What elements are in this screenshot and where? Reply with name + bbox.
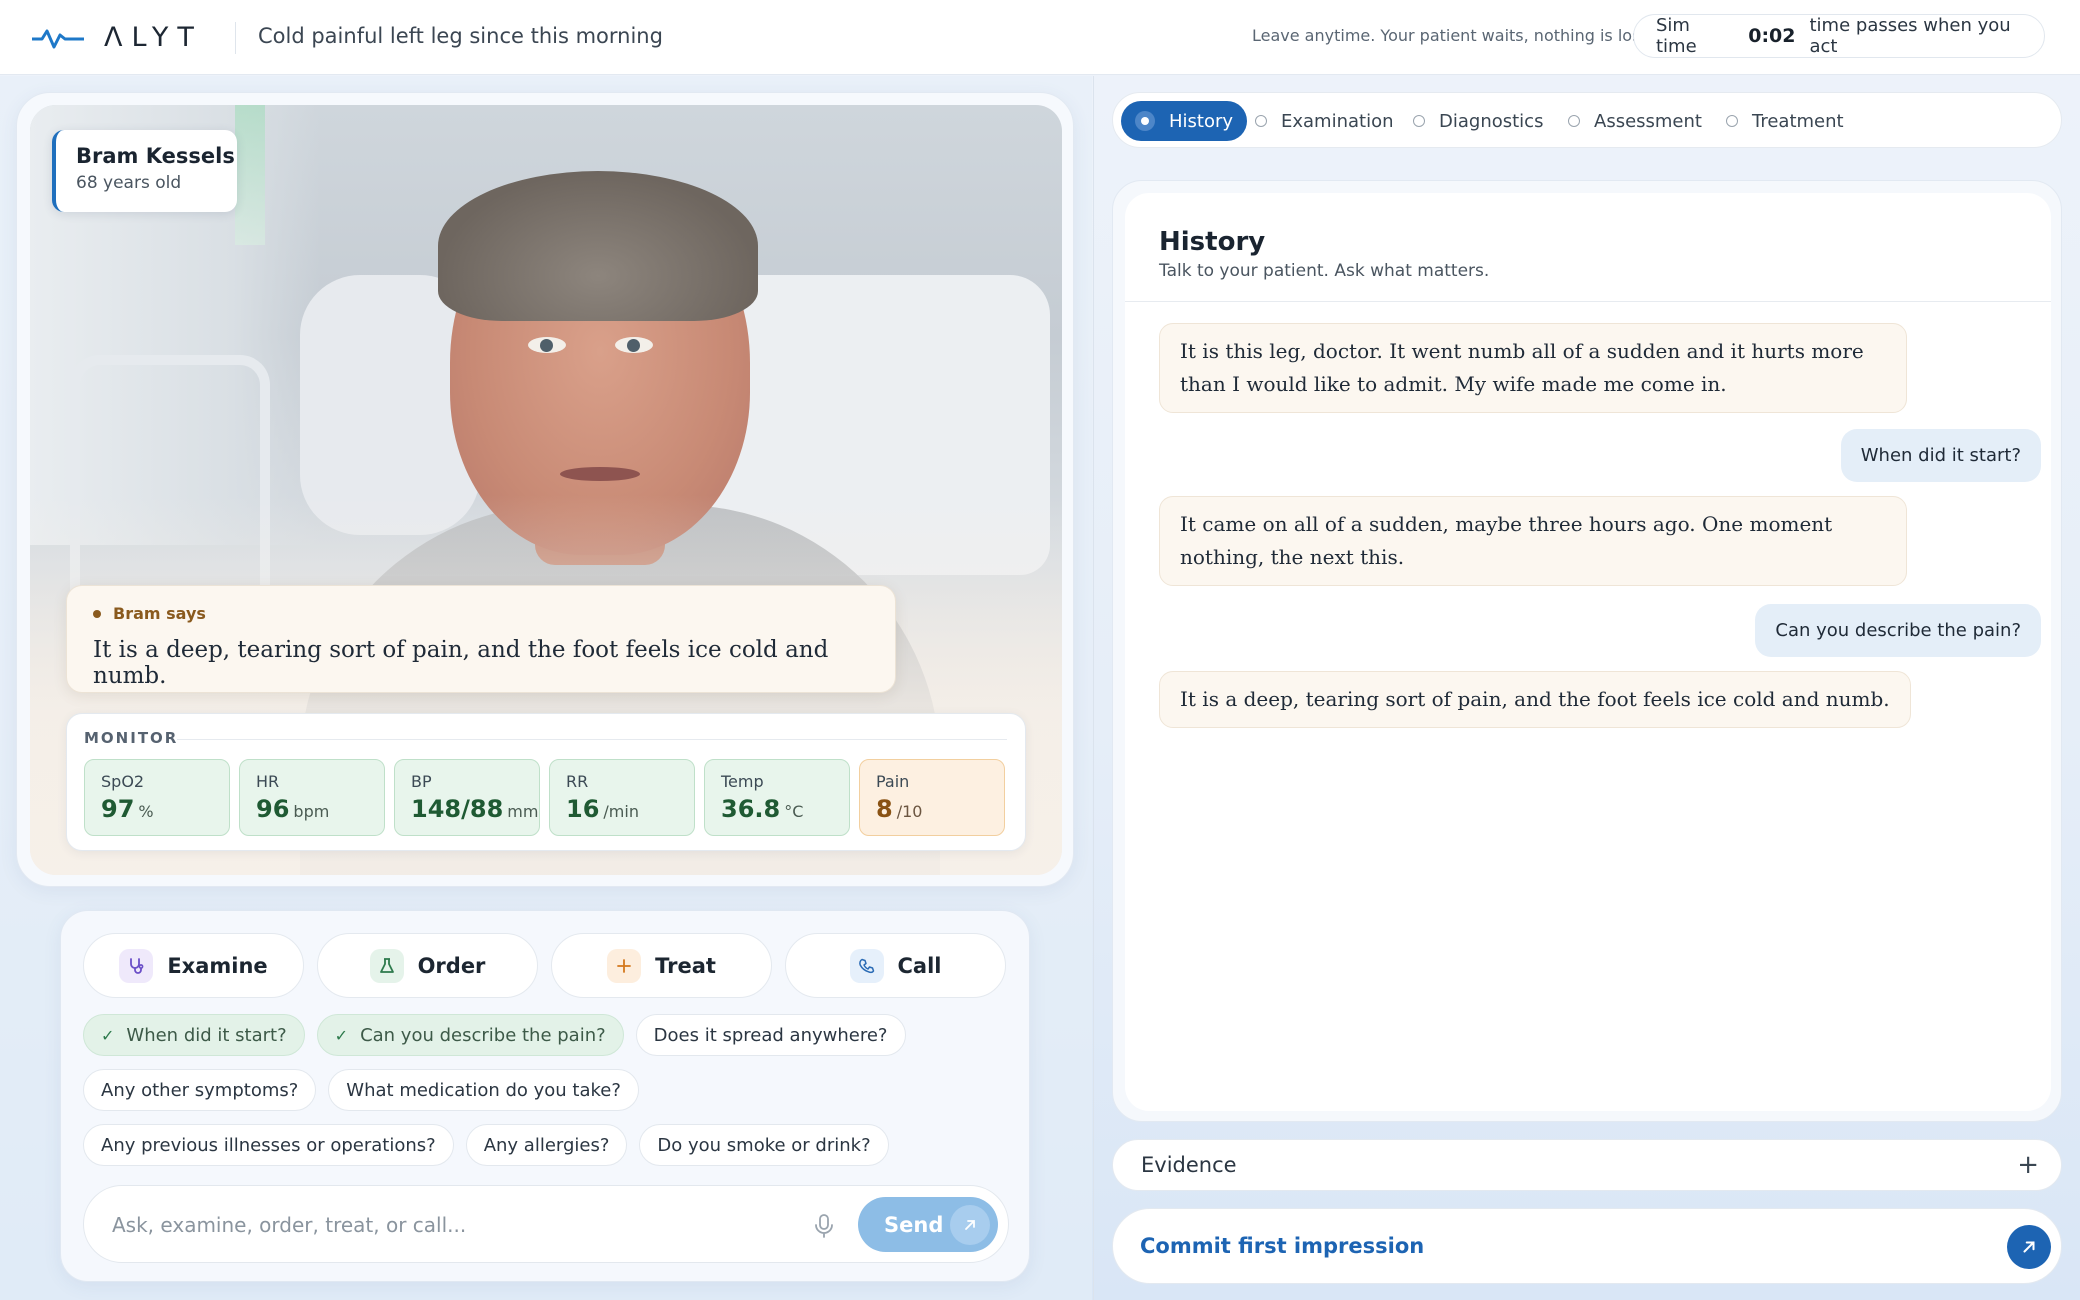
history-panel: History Talk to your patient. Ask what m… <box>1112 180 2062 1122</box>
question-chip[interactable]: Any previous illnesses or operations? <box>83 1124 454 1166</box>
patient-message: It is a deep, tearing sort of pain, and … <box>1159 671 1911 728</box>
tab-treatment[interactable]: Treatment <box>1726 101 1844 141</box>
sim-time-note: time passes when you act <box>1809 15 2011 57</box>
question-chip[interactable]: Any other symptoms? <box>83 1069 317 1111</box>
vital-temp: Temp 36.8 °C <box>704 759 850 836</box>
leave-note: Leave anytime. Your patient waits, nothi… <box>1252 26 1652 45</box>
plus-icon <box>607 948 642 983</box>
question-chip-asked[interactable]: ✓ When did it start? <box>83 1014 305 1056</box>
question-chip[interactable]: Do you smoke or drink? <box>639 1124 889 1166</box>
suggested-questions: ✓ When did it start? ✓ Can you describe th… <box>83 1014 1013 1166</box>
tab-history[interactable]: History <box>1121 101 1248 141</box>
radio-selected-icon <box>1135 111 1155 131</box>
vital-pain: Pain 8/10 <box>859 759 1005 836</box>
tab-examination[interactable]: Examination <box>1255 101 1394 141</box>
check-icon: ✓ <box>101 1025 115 1045</box>
order-button[interactable]: Order <box>317 933 538 998</box>
question-chip[interactable]: What medication do you take? <box>328 1069 639 1111</box>
stethoscope-icon <box>119 948 154 983</box>
check-icon: ✓ <box>334 1025 349 1045</box>
commit-label: Commit first impression <box>1140 1234 1425 1258</box>
radio-icon <box>1568 115 1580 127</box>
evidence-label: Evidence <box>1141 1153 1237 1177</box>
patient-message: It came on all of a sudden, maybe three … <box>1159 496 1907 586</box>
call-button[interactable]: Call <box>785 933 1006 998</box>
send-button[interactable]: Send <box>858 1197 998 1252</box>
flask-icon <box>369 948 404 983</box>
vitals-monitor: MONITOR SpO2 97% HR 96bpm BP 148/88mmHg … <box>66 713 1026 851</box>
plus-icon: + <box>2017 1150 2039 1180</box>
workflow-tabs: History Examination Diagnostics Assessme… <box>1112 92 2062 148</box>
vital-rr: RR 16/min <box>549 759 695 836</box>
patient-message: It is this leg, doctor. It went numb all… <box>1159 323 1907 413</box>
top-bar: ΛLYT Cold painful left leg since this mo… <box>0 0 2080 75</box>
app-logo[interactable]: ΛLYT <box>32 22 203 53</box>
logo-text: ΛLYT <box>104 22 203 53</box>
question-chip-asked[interactable]: ✓ Can you describe the pain? <box>316 1014 624 1056</box>
speech-text: It is a deep, tearing sort of pain, and … <box>93 637 829 689</box>
case-title: Cold painful left leg since this morning <box>258 24 663 48</box>
header-divider <box>235 22 236 54</box>
patient-name: Bram Kessels <box>76 144 235 168</box>
sim-time-label: Sim time <box>1656 15 1697 57</box>
composer: Send <box>83 1185 1009 1263</box>
vital-bp: BP 148/88mmHg <box>394 759 540 836</box>
treat-button[interactable]: Treat <box>551 933 772 998</box>
evidence-toggle[interactable]: Evidence + <box>1112 1139 2062 1191</box>
vital-hr: HR 96 bpm <box>239 759 385 836</box>
doctor-message: When did it start? <box>1840 429 2041 482</box>
tab-diagnostics[interactable]: Diagnostics <box>1413 101 1543 141</box>
radio-icon <box>1413 115 1425 127</box>
sim-time-value: 0:02 <box>1748 25 1796 47</box>
vital-spo2: SpO2 97% <box>84 759 230 836</box>
patient-speech-card: Bram says It is a deep, tearing sort of … <box>66 585 896 693</box>
examine-button[interactable]: Examine <box>83 933 304 998</box>
radio-icon <box>1726 115 1738 127</box>
speech-label: Bram says <box>93 604 895 623</box>
patient-name-card: Bram Kessels 68 years old <box>52 130 237 212</box>
patient-age: 68 years old <box>76 173 182 193</box>
history-title: History <box>1159 227 1266 257</box>
sim-time-pill: Sim time 0:02 time passes when you act <box>1633 14 2045 58</box>
arrow-up-right-icon <box>950 1205 990 1245</box>
action-panel: Examine Order Treat Call ✓ When did it st… <box>60 910 1030 1282</box>
radio-icon <box>1255 115 1267 127</box>
history-subtitle: Talk to your patient. Ask what matters. <box>1159 261 1490 281</box>
question-chip[interactable]: Any allergies? <box>465 1124 628 1166</box>
monitor-label: MONITOR <box>84 729 179 747</box>
message-input[interactable] <box>112 1206 772 1244</box>
microphone-icon[interactable] <box>812 1213 836 1239</box>
doctor-message: Can you describe the pain? <box>1755 604 2041 657</box>
column-divider <box>1093 76 1094 1300</box>
arrow-up-right-icon <box>2007 1225 2051 1269</box>
phone-icon <box>849 948 884 983</box>
speaker-dot-icon <box>93 609 101 618</box>
question-chip[interactable]: Does it spread anywhere? <box>635 1014 906 1056</box>
pulse-icon <box>32 29 84 48</box>
commit-first-impression-button[interactable]: Commit first impression <box>1112 1208 2062 1284</box>
tab-assessment[interactable]: Assessment <box>1568 101 1702 141</box>
